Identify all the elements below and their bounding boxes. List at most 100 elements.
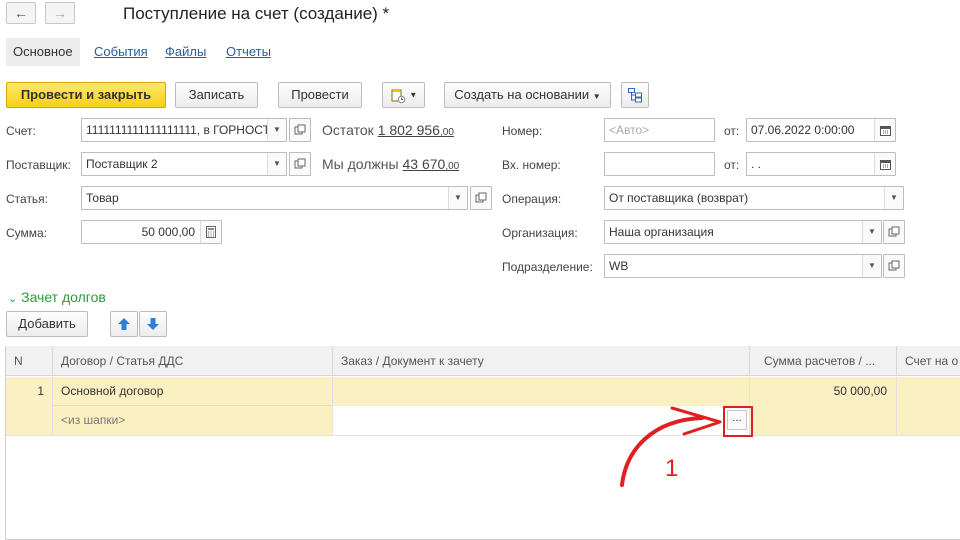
open-window-icon bbox=[475, 192, 487, 203]
tab-main[interactable]: Основное bbox=[6, 38, 80, 66]
calendar-button[interactable] bbox=[874, 119, 895, 141]
chevron-down-icon: ⌄ bbox=[8, 293, 18, 305]
chevron-down-icon[interactable]: ▼ bbox=[267, 119, 286, 141]
print-menu-button[interactable]: ▼ bbox=[382, 82, 425, 108]
balance-label: Остаток bbox=[322, 122, 374, 138]
chevron-down-icon[interactable]: ▼ bbox=[448, 187, 467, 209]
balance-cents: ,00 bbox=[439, 127, 454, 138]
arrow-up-icon bbox=[118, 318, 130, 330]
account-label: Счет: bbox=[6, 124, 36, 138]
move-up-button[interactable] bbox=[110, 311, 138, 337]
division-field[interactable]: WB ▼ bbox=[604, 254, 882, 278]
row-article[interactable]: <из шапки> bbox=[53, 406, 333, 435]
number-label: Номер: bbox=[502, 124, 543, 138]
amount-label: Сумма: bbox=[6, 226, 48, 240]
row-contract[interactable]: Основной договор bbox=[53, 377, 333, 406]
row-account[interactable] bbox=[897, 377, 960, 435]
balance-value: 1 802 956 bbox=[377, 122, 440, 138]
supplier-open-button[interactable] bbox=[289, 152, 311, 176]
operation-label: Операция: bbox=[502, 192, 562, 206]
column-header-contract[interactable]: Договор / Статья ДДС bbox=[53, 346, 333, 376]
hierarchy-icon bbox=[628, 88, 642, 103]
owe-info: Мы должны 43 670,00 bbox=[322, 156, 459, 172]
chevron-down-icon: ▼ bbox=[409, 90, 418, 100]
article-open-button[interactable] bbox=[470, 186, 492, 210]
save-button[interactable]: Записать bbox=[175, 82, 258, 108]
column-header-amount[interactable]: Сумма расчетов / ... bbox=[750, 346, 897, 376]
arrow-right-icon: → bbox=[53, 5, 67, 21]
supplier-label: Поставщик: bbox=[6, 158, 71, 172]
forward-button[interactable]: → bbox=[45, 2, 75, 24]
annotation-label: 1 bbox=[665, 455, 679, 482]
add-row-button[interactable]: Добавить bbox=[6, 311, 88, 337]
chevron-down-icon[interactable]: ▼ bbox=[862, 221, 881, 243]
create-based-on-label: Создать на основании bbox=[454, 87, 590, 102]
date-from-label: от: bbox=[724, 124, 740, 138]
calendar-icon bbox=[879, 159, 891, 170]
column-header-order[interactable]: Заказ / Документ к зачету bbox=[333, 346, 750, 376]
supplier-value: Поставщик 2 bbox=[86, 157, 158, 171]
org-field[interactable]: Наша организация ▼ bbox=[604, 220, 882, 244]
debts-section-title: Зачет долгов bbox=[21, 289, 106, 305]
back-button[interactable]: ← bbox=[6, 2, 36, 24]
supplier-field[interactable]: Поставщик 2 ▼ bbox=[81, 152, 287, 176]
create-based-on-button[interactable]: Создать на основании ▼ bbox=[444, 82, 611, 108]
in-number-label: Вх. номер: bbox=[502, 158, 561, 172]
date-value: 07.06.2022 0:00:00 bbox=[751, 123, 855, 137]
page-title: Поступление на счет (создание) * bbox=[123, 4, 390, 23]
row-amount[interactable]: 50 000,00 bbox=[750, 377, 897, 435]
article-label: Статья: bbox=[6, 192, 49, 206]
post-button[interactable]: Провести bbox=[278, 82, 362, 108]
chevron-down-icon: ▼ bbox=[592, 92, 601, 101]
calculator-icon bbox=[206, 226, 216, 238]
chevron-down-icon[interactable]: ▼ bbox=[267, 153, 286, 175]
column-header-account[interactable]: Счет на о bbox=[897, 346, 960, 376]
calendar-button[interactable] bbox=[874, 153, 895, 175]
calculator-button[interactable] bbox=[200, 221, 221, 243]
in-date-field[interactable]: . . bbox=[746, 152, 896, 176]
date-field[interactable]: 07.06.2022 0:00:00 bbox=[746, 118, 896, 142]
org-label: Организация: bbox=[502, 226, 578, 240]
structure-button[interactable] bbox=[621, 82, 649, 108]
debts-section-toggle[interactable]: ⌄ Зачет долгов bbox=[8, 289, 106, 305]
in-date-value: . . bbox=[751, 157, 762, 171]
balance-link[interactable]: 1 802 956,00 bbox=[378, 122, 454, 138]
calendar-icon bbox=[879, 125, 891, 136]
row-divider bbox=[6, 435, 960, 436]
arrow-left-icon: ← bbox=[14, 5, 28, 21]
open-window-icon bbox=[888, 226, 900, 237]
account-value: 1111111111111111111, в ГОРНОСТ bbox=[86, 123, 270, 137]
in-number-field[interactable] bbox=[604, 152, 715, 176]
tab-files[interactable]: Файлы bbox=[165, 38, 206, 66]
owe-label: Мы должны bbox=[322, 156, 399, 172]
tab-reports[interactable]: Отчеты bbox=[226, 38, 271, 66]
owe-link[interactable]: 43 670,00 bbox=[402, 156, 459, 172]
owe-cents: ,00 bbox=[445, 161, 460, 172]
amount-value: 50 000,00 bbox=[141, 225, 195, 239]
post-and-close-button[interactable]: Провести и закрыть bbox=[6, 82, 166, 108]
tab-events[interactable]: События bbox=[94, 38, 148, 66]
open-window-icon bbox=[294, 124, 306, 135]
operation-field[interactable]: От поставщика (возврат) ▼ bbox=[604, 186, 904, 210]
chevron-down-icon[interactable]: ▼ bbox=[862, 255, 881, 277]
article-value: Товар bbox=[86, 191, 119, 205]
account-open-button[interactable] bbox=[289, 118, 311, 142]
column-header-n[interactable]: N bbox=[6, 346, 53, 376]
org-open-button[interactable] bbox=[883, 220, 905, 244]
balance-info: Остаток 1 802 956,00 bbox=[322, 122, 454, 138]
move-down-button[interactable] bbox=[139, 311, 167, 337]
division-value: WB bbox=[609, 259, 629, 273]
article-field[interactable]: Товар ▼ bbox=[81, 186, 468, 210]
print-doc-icon bbox=[391, 88, 405, 103]
division-open-button[interactable] bbox=[883, 254, 905, 278]
chevron-down-icon[interactable]: ▼ bbox=[884, 187, 903, 209]
row-number: 1 bbox=[6, 377, 53, 435]
org-value: Наша организация bbox=[609, 225, 714, 239]
in-date-from-label: от: bbox=[724, 158, 740, 172]
owe-value: 43 670 bbox=[402, 156, 446, 172]
number-field[interactable]: <Авто> bbox=[604, 118, 715, 142]
account-field[interactable]: 1111111111111111111, в ГОРНОСТ ▼ bbox=[81, 118, 287, 142]
arrow-down-icon bbox=[147, 318, 159, 330]
open-window-icon bbox=[294, 158, 306, 169]
amount-field[interactable]: 50 000,00 bbox=[81, 220, 222, 244]
